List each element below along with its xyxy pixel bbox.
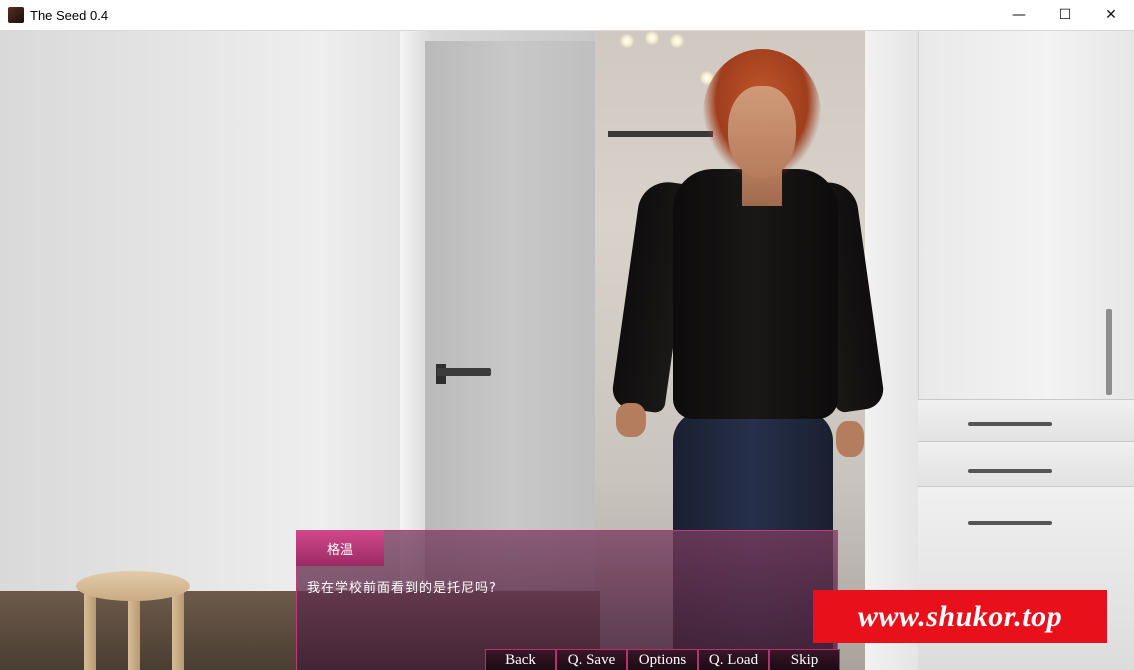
wardrobe-handle xyxy=(1106,309,1112,395)
wardrobe xyxy=(918,31,1134,411)
maximize-button[interactable]: ☐ xyxy=(1042,0,1088,30)
ceiling-light xyxy=(645,31,659,45)
game-scene[interactable]: 格温 我在学校前面看到的是托尼吗? www.shukor.top Back Q.… xyxy=(0,31,1134,670)
window-titlebar: The Seed 0.4 — ☐ ✕ xyxy=(0,0,1134,31)
ceiling-light xyxy=(620,34,634,48)
character-hand xyxy=(616,403,646,437)
drawer-handle xyxy=(968,469,1052,473)
minimize-button[interactable]: — xyxy=(996,0,1042,30)
character-face xyxy=(728,86,796,178)
character-hand xyxy=(836,421,864,457)
quick-save-button[interactable]: Q. Save xyxy=(556,649,627,670)
stool-leg xyxy=(128,597,140,670)
close-button[interactable]: ✕ xyxy=(1088,0,1134,30)
watermark-banner: www.shukor.top xyxy=(813,590,1107,643)
character-torso xyxy=(673,169,838,419)
ceiling-light xyxy=(670,34,684,48)
back-button[interactable]: Back xyxy=(485,649,556,670)
skip-button[interactable]: Skip xyxy=(769,649,840,670)
drawer-handle xyxy=(968,521,1052,525)
quick-load-button[interactable]: Q. Load xyxy=(698,649,769,670)
options-button[interactable]: Options xyxy=(627,649,698,670)
drawer-handle xyxy=(968,422,1052,426)
window-title: The Seed 0.4 xyxy=(30,7,109,23)
stool xyxy=(76,571,190,601)
dialogue-text: 我在学校前面看到的是托尼吗? xyxy=(307,581,497,596)
app-portrait-icon xyxy=(8,7,24,23)
stool-leg xyxy=(172,591,184,670)
speaker-name: 格温 xyxy=(296,530,384,566)
window-controls: — ☐ ✕ xyxy=(996,0,1134,30)
coat-rack xyxy=(608,131,713,137)
quick-menu: Back Q. Save Options Q. Load Skip xyxy=(485,649,840,670)
door-handle xyxy=(437,368,491,376)
stool-leg xyxy=(84,591,96,670)
